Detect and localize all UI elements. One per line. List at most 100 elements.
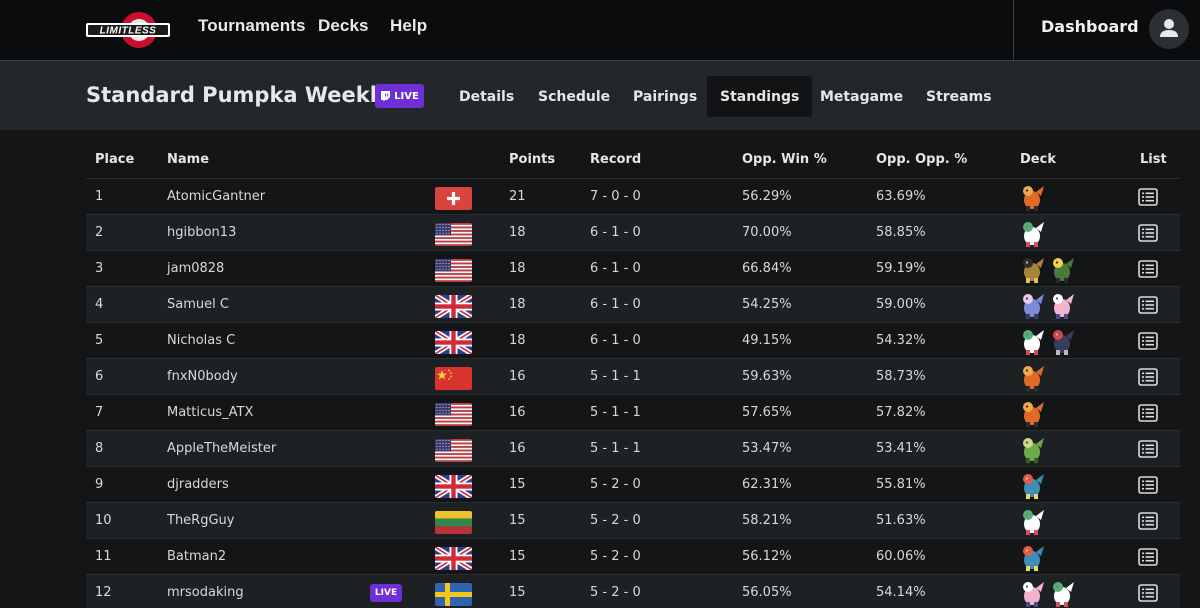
row-deck[interactable] <box>1018 182 1046 212</box>
table-row[interactable]: 2 hgibbon13 18 6 - 1 - 0 70.00% 58.85% <box>86 214 1180 250</box>
row-record: 5 - 1 - 1 <box>590 405 641 420</box>
lt-flag-icon <box>435 511 472 534</box>
row-deck[interactable] <box>1018 218 1046 248</box>
row-place: 1 <box>95 189 104 204</box>
row-opp-win: 53.47% <box>742 441 792 456</box>
decklist-icon[interactable] <box>1138 332 1158 350</box>
row-opp-opp: 51.63% <box>876 513 926 528</box>
row-player-name[interactable]: Batman2 <box>167 549 226 564</box>
user-menu-button[interactable] <box>1149 9 1189 49</box>
row-opp-opp: 63.69% <box>876 189 926 204</box>
table-row[interactable]: 5 Nicholas C 18 6 - 1 - 0 49.15% 54.32% <box>86 322 1180 358</box>
tournament-header: Standard Pumpka Weekly LIVE Details Sche… <box>0 60 1200 130</box>
gb-flag-icon <box>435 331 472 354</box>
row-deck[interactable] <box>1018 362 1046 392</box>
tab-metagame[interactable]: Metagame <box>807 76 916 117</box>
row-opp-opp: 54.32% <box>876 333 926 348</box>
decklist-icon[interactable] <box>1138 512 1158 530</box>
decklist-icon[interactable] <box>1138 476 1158 494</box>
row-player-name[interactable]: Samuel C <box>167 297 229 312</box>
table-row[interactable]: 8 AppleTheMeister 16 5 - 1 - 1 53.47% 53… <box>86 430 1180 466</box>
header-deck: Deck <box>1020 152 1056 167</box>
table-row[interactable]: 3 jam0828 18 6 - 1 - 0 66.84% 59.19% <box>86 250 1180 286</box>
row-points: 15 <box>509 477 526 492</box>
tab-details[interactable]: Details <box>446 76 527 117</box>
row-deck[interactable] <box>1018 542 1046 572</box>
header-points[interactable]: Points <box>509 152 555 167</box>
decklist-icon[interactable] <box>1138 404 1158 422</box>
nav-decks-link[interactable]: Decks <box>318 16 369 36</box>
se-flag-icon <box>435 583 472 606</box>
table-row[interactable]: 7 Matticus_ATX 16 5 - 1 - 1 57.65% 57.82… <box>86 394 1180 430</box>
nav-help-link[interactable]: Help <box>390 16 427 36</box>
cn-flag-icon <box>435 367 472 390</box>
header-record[interactable]: Record <box>590 152 641 167</box>
header-opp-win[interactable]: Opp. Win % <box>742 152 827 167</box>
row-player-name[interactable]: fnxN0body <box>167 369 238 384</box>
row-player-name[interactable]: Nicholas C <box>167 333 235 348</box>
row-player-name[interactable]: djradders <box>167 477 229 492</box>
row-deck[interactable] <box>1018 578 1076 608</box>
decklist-icon[interactable] <box>1138 260 1158 278</box>
row-opp-opp: 55.81% <box>876 477 926 492</box>
row-deck[interactable] <box>1018 470 1046 500</box>
row-player-name[interactable]: hgibbon13 <box>167 225 236 240</box>
row-player-name[interactable]: TheRgGuy <box>167 513 234 528</box>
row-place: 10 <box>95 513 112 528</box>
table-row[interactable]: 6 fnxN0body 16 5 - 1 - 1 59.63% 58.73% <box>86 358 1180 394</box>
row-place: 2 <box>95 225 104 240</box>
header-name[interactable]: Name <box>167 152 209 167</box>
row-player-name[interactable]: AppleTheMeister <box>167 441 276 456</box>
decklist-icon[interactable] <box>1138 368 1158 386</box>
limitless-logo[interactable]: LIMITLESS <box>84 8 172 52</box>
row-deck[interactable] <box>1018 398 1046 428</box>
row-deck[interactable] <box>1018 506 1046 536</box>
dashboard-link[interactable]: Dashboard <box>1041 17 1139 36</box>
palkia-sprite-icon <box>1018 290 1046 320</box>
tab-streams[interactable]: Streams <box>913 76 1005 117</box>
row-deck[interactable] <box>1018 326 1076 356</box>
row-player-name[interactable]: mrsodaking <box>167 585 244 600</box>
table-row[interactable]: 12 mrsodaking LIVE 15 5 - 2 - 0 56.05% 54… <box>86 574 1180 608</box>
row-opp-win: 57.65% <box>742 405 792 420</box>
header-opp-opp[interactable]: Opp. Opp. % <box>876 152 967 167</box>
row-record: 5 - 2 - 0 <box>590 477 641 492</box>
table-row[interactable]: 11 Batman2 15 5 - 2 - 0 56.12% 60.06% <box>86 538 1180 574</box>
row-opp-win: 54.25% <box>742 297 792 312</box>
decklist-icon[interactable] <box>1138 548 1158 566</box>
row-player-name[interactable]: jam0828 <box>167 261 224 276</box>
row-points: 18 <box>509 297 526 312</box>
ch-flag-icon <box>435 187 472 210</box>
us-flag-icon <box>435 223 472 246</box>
tab-schedule[interactable]: Schedule <box>525 76 623 117</box>
row-player-name[interactable]: Matticus_ATX <box>167 405 253 420</box>
charizard-sprite-icon <box>1018 398 1046 428</box>
table-row[interactable]: 1 AtomicGantner 21 7 - 0 - 0 56.29% 63.6… <box>86 178 1180 214</box>
nav-tournaments-link[interactable]: Tournaments <box>198 16 306 36</box>
decklist-icon[interactable] <box>1138 440 1158 458</box>
table-row[interactable]: 9 djradders 15 5 - 2 - 0 62.31% 55.81% <box>86 466 1180 502</box>
mew-sprite-icon <box>1048 290 1076 320</box>
row-record: 5 - 2 - 0 <box>590 549 641 564</box>
decklist-icon[interactable] <box>1138 224 1158 242</box>
table-row[interactable]: 10 TheRgGuy 15 5 - 2 - 0 58.21% 51.63% <box>86 502 1180 538</box>
decklist-icon[interactable] <box>1138 296 1158 314</box>
live-badge[interactable]: LIVE <box>375 84 424 108</box>
row-deck[interactable] <box>1018 254 1076 284</box>
row-deck[interactable] <box>1018 290 1076 320</box>
giratina-sprite-icon <box>1048 326 1076 356</box>
table-row[interactable]: 4 Samuel C 18 6 - 1 - 0 54.25% 59.00% <box>86 286 1180 322</box>
row-player-name[interactable]: AtomicGantner <box>167 189 265 204</box>
gardevoir-sprite-icon <box>1018 326 1046 356</box>
tab-pairings[interactable]: Pairings <box>620 76 710 117</box>
header-list: List <box>1140 152 1167 167</box>
feraligatr-sprite-icon <box>1018 470 1046 500</box>
decklist-icon[interactable] <box>1138 584 1158 602</box>
row-opp-win: 49.15% <box>742 333 792 348</box>
row-deck[interactable] <box>1018 434 1046 464</box>
decklist-icon[interactable] <box>1138 188 1158 206</box>
row-live-badge[interactable]: LIVE <box>370 584 402 602</box>
row-record: 5 - 1 - 1 <box>590 369 641 384</box>
header-place[interactable]: Place <box>95 152 134 167</box>
tab-standings[interactable]: Standings <box>707 76 813 117</box>
